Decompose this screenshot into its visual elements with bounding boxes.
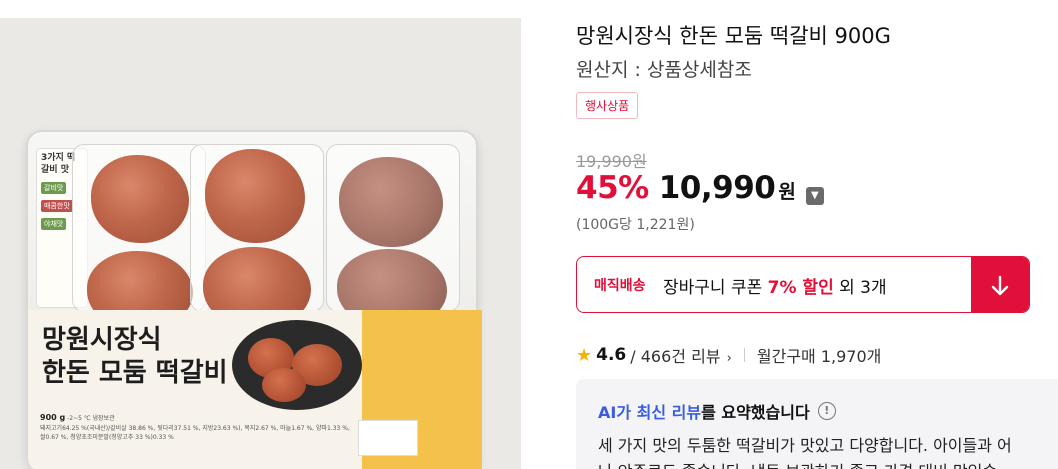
coupon-text: 장바구니 쿠폰 7% 할인 외 3개 bbox=[663, 273, 887, 298]
star-icon: ★ bbox=[576, 344, 593, 366]
ai-summary-title-highlight: AI가 최신 리뷰 bbox=[598, 403, 702, 422]
review-count: / 466건 리뷰 bbox=[630, 347, 721, 366]
product-info-panel: 망원시장식 한돈 모둠 떡갈비 900G 원산지 : 상품상세참조 행사상품 1… bbox=[576, 0, 1058, 469]
product-sticker: 망원시장식 한돈 모둠 떡갈비 900 g -2~5 ℃ 냉장보관 돼지고기64… bbox=[28, 310, 482, 469]
flavor-tag: 매콤한맛 bbox=[41, 200, 73, 213]
ai-summary-body: 세 가지 맛의 두툼한 떡갈비가 맛있고 다양합니다. 아이들과 어 나 안주로… bbox=[598, 433, 1058, 469]
unit-price: (100G당 1,221원) bbox=[576, 217, 695, 233]
discount-rate: 45% bbox=[576, 170, 649, 206]
chevron-down-icon[interactable]: ▼ bbox=[805, 187, 824, 205]
arrow-down-icon bbox=[991, 275, 1009, 295]
ai-review-summary: AI가 최신 리뷰 를 요약했습니다 ! 세 가지 맛의 두툼한 떡갈비가 맛있고… bbox=[576, 379, 1058, 469]
storage-text: -2~5 ℃ 냉장보관 bbox=[67, 415, 115, 422]
ai-summary-line: 나 안주로도 좋습니다. 냉동 보관하기 좋고 가격 대비 맛있습 bbox=[598, 459, 1058, 469]
tray-compartment bbox=[326, 144, 460, 329]
weight-text: 900 g bbox=[40, 413, 66, 422]
coupon-banner[interactable]: 매직배송 장바구니 쿠폰 7% 할인 외 3개 bbox=[576, 256, 1030, 313]
original-price: 19,990원 bbox=[576, 152, 647, 171]
sticker-title-line: 망원시장식 bbox=[42, 325, 162, 355]
monthly-purchases: 월간구매 1,970개 bbox=[756, 347, 882, 366]
coupon-count: 외 3개 bbox=[839, 278, 887, 298]
meat-tray: 3가지 떡갈비 맛 갈비맛 매콤한맛 야채맛 망원시장식 한돈 모둠 떡갈비 9… bbox=[26, 130, 482, 469]
serving-plate bbox=[232, 320, 362, 410]
info-icon[interactable]: ! bbox=[817, 402, 836, 420]
ai-summary-title: AI가 최신 리뷰 를 요약했습니다 ! bbox=[598, 399, 836, 423]
currency-label: 원 bbox=[778, 181, 796, 203]
coupon-discount: 7% 할인 bbox=[767, 278, 834, 298]
ai-summary-title-rest: 를 요약했습니다 bbox=[701, 403, 810, 422]
coupon-text-prefix: 장바구니 쿠폰 bbox=[663, 278, 763, 298]
sticker-title: 망원시장식 한돈 모둠 떡갈비 bbox=[42, 324, 228, 389]
sale-price: 10,990 bbox=[658, 170, 776, 206]
flavor-tag: 야채맛 bbox=[41, 218, 67, 231]
flavor-tag: 갈비맛 bbox=[41, 182, 67, 195]
chevron-right-icon: › bbox=[722, 351, 732, 366]
patty bbox=[339, 157, 443, 247]
patty bbox=[91, 155, 189, 243]
product-title: 망원시장식 한돈 모둠 떡갈비 900G bbox=[576, 24, 891, 48]
ingredients-text: 돼지고기64.25 %(국내산)/갈비살 38.86 %, 뒷다리37.51 %… bbox=[40, 425, 350, 441]
price-row: 45% 10,990 원 ▼ bbox=[576, 170, 824, 206]
tray-compartment bbox=[72, 144, 206, 331]
product-origin: 원산지 : 상품상세참조 bbox=[576, 59, 752, 81]
ai-summary-line: 세 가지 맛의 두툼한 떡갈비가 맛있고 다양합니다. 아이들과 어 bbox=[598, 436, 1012, 455]
date-box bbox=[358, 420, 418, 456]
divider bbox=[743, 348, 745, 362]
promo-badge: 행사상품 bbox=[576, 92, 639, 119]
ingredient-text: 900 g -2~5 ℃ 냉장보관 돼지고기64.25 %(국내산)/갈비살 3… bbox=[40, 412, 350, 442]
delivery-tag: 매직배송 bbox=[594, 278, 646, 294]
review-link[interactable]: / 466건 리뷰 › bbox=[630, 343, 732, 367]
cooked-patty bbox=[262, 368, 306, 402]
sticker-title-line: 한돈 모둠 떡갈비 bbox=[42, 357, 228, 388]
rating-score: 4.6 bbox=[596, 345, 627, 365]
rating-row: ★ 4.6 / 466건 리뷰 › 월간구매 1,970개 bbox=[576, 343, 881, 367]
tray-compartment bbox=[190, 144, 324, 329]
product-image[interactable]: 3가지 떡갈비 맛 갈비맛 매콤한맛 야채맛 망원시장식 한돈 모둠 떡갈비 9… bbox=[0, 18, 521, 469]
coupon-download-button[interactable] bbox=[971, 257, 1029, 312]
patty bbox=[205, 149, 305, 243]
